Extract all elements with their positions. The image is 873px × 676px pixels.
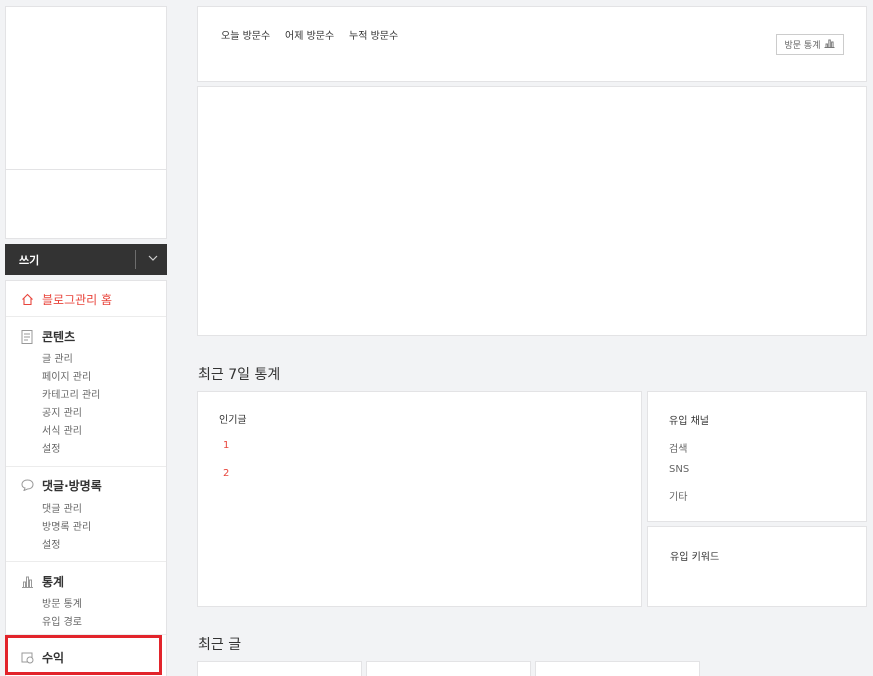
write-label: 쓰기: [19, 254, 40, 267]
recent-post-card[interactable]: [535, 661, 700, 676]
sidebar-item-guestbook[interactable]: 방명록 관리: [42, 518, 91, 533]
popular-rank[interactable]: 2: [223, 468, 229, 479]
sidebar-home-label: 블로그관리 홈: [42, 293, 113, 307]
recent7-heading: 최근 7일 통계: [198, 367, 281, 383]
yesterday-visits-label: 어제 방문수: [285, 31, 335, 42]
profile-divider: [6, 169, 166, 170]
sidebar-menu: 블로그관리 홈 콘텐츠 글 관리 페이지 관리 카테고리 관리 공지 관리 서식…: [5, 280, 167, 676]
popular-rank[interactable]: 1: [223, 440, 229, 451]
inflow-channel-title: 유입 채널: [669, 416, 709, 427]
sidebar-item-notices[interactable]: 공지 관리: [42, 404, 82, 419]
visit-stats-button-label: 방문 통계: [784, 41, 821, 51]
sidebar-stats-title: 통계: [42, 575, 65, 589]
sidebar-section-stats: 통계 방문 통계 유입 경로: [6, 562, 166, 635]
sidebar-item-templates[interactable]: 서식 관리: [42, 422, 82, 437]
channel-sns: SNS: [669, 464, 690, 475]
bar-chart-icon: [824, 39, 835, 51]
sidebar-item-revenue[interactable]: 수익: [20, 649, 64, 666]
popular-posts-title: 인기글: [219, 415, 247, 426]
channel-etc: 기타: [669, 492, 688, 503]
visits-summary: 오늘 방문수 어제 방문수 누적 방문수 방문 통계: [197, 6, 867, 82]
recent-post-card[interactable]: [197, 661, 362, 676]
sidebar-item-comment-settings[interactable]: 설정: [42, 536, 60, 551]
document-icon: [20, 329, 34, 344]
today-visits-label: 오늘 방문수: [221, 31, 271, 42]
sidebar-revenue-title: 수익: [42, 651, 65, 665]
sidebar-comments-title: 댓글·방명록: [42, 479, 102, 493]
sidebar-item-comments[interactable]: 댓글·방명록: [20, 477, 102, 494]
sidebar-item-comment-manage[interactable]: 댓글 관리: [42, 500, 82, 515]
sidebar-item-posts[interactable]: 글 관리: [42, 350, 73, 365]
home-icon: [20, 293, 34, 307]
sidebar-item-referrers[interactable]: 유입 경로: [42, 613, 82, 628]
channel-search: 검색: [669, 444, 688, 455]
inflow-keyword-card: 유입 키워드: [647, 526, 867, 607]
visits-chart-area: [197, 86, 867, 336]
write-separator: [135, 250, 136, 269]
blog-profile-card: [5, 6, 167, 239]
inflow-keyword-title: 유입 키워드: [670, 552, 720, 563]
sidebar-content-title: 콘텐츠: [42, 330, 76, 344]
sidebar-item-stats[interactable]: 통계: [20, 573, 64, 590]
total-visits-label: 누적 방문수: [349, 31, 399, 42]
chevron-down-icon[interactable]: [142, 249, 164, 269]
sidebar-item-content[interactable]: 콘텐츠: [20, 328, 75, 345]
write-button[interactable]: 쓰기: [5, 244, 167, 275]
bar-chart-icon: [20, 575, 34, 589]
sidebar-section-content: 콘텐츠 글 관리 페이지 관리 카테고리 관리 공지 관리 서식 관리 설정: [6, 317, 166, 467]
sidebar-item-home[interactable]: 블로그관리 홈: [6, 281, 166, 317]
sidebar-section-revenue: 수익: [6, 635, 166, 676]
recent-post-card[interactable]: [366, 661, 531, 676]
sidebar-section-comments: 댓글·방명록 댓글 관리 방명록 관리 설정: [6, 467, 166, 562]
sidebar-item-pages[interactable]: 페이지 관리: [42, 368, 91, 383]
recent-posts-heading: 최근 글: [198, 637, 242, 653]
popular-posts-card: 인기글 1 2: [197, 391, 642, 607]
revenue-icon: [20, 651, 34, 665]
sidebar-item-categories[interactable]: 카테고리 관리: [42, 386, 100, 401]
inflow-channel-card: 유입 채널 검색 SNS 기타: [647, 391, 867, 522]
visit-stats-button[interactable]: 방문 통계: [776, 34, 844, 55]
sidebar-item-content-settings[interactable]: 설정: [42, 440, 60, 455]
speech-bubble-icon: [20, 478, 34, 493]
sidebar-item-visit-stats[interactable]: 방문 통계: [42, 595, 82, 610]
